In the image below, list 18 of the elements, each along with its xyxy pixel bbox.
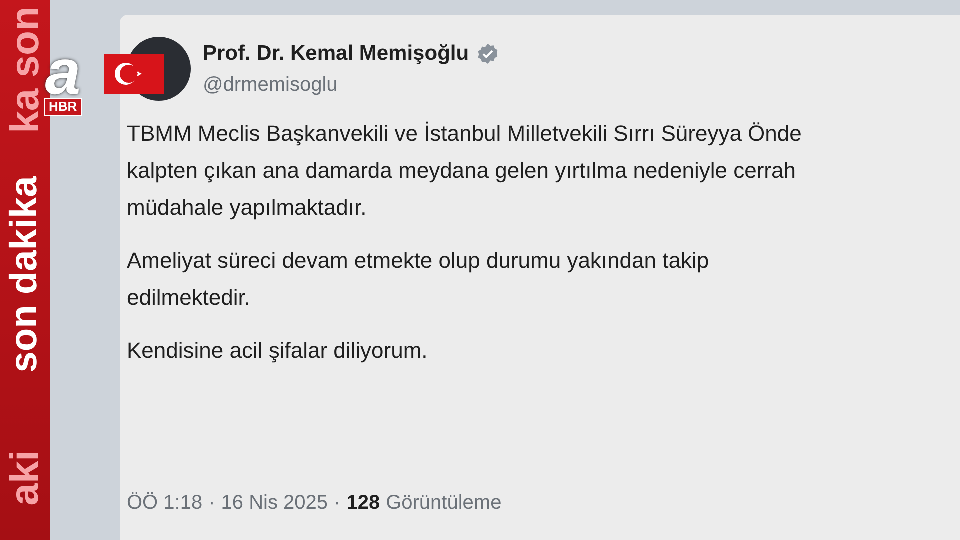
strip-title: son dakika bbox=[2, 176, 46, 372]
separator-dot: · bbox=[208, 491, 216, 516]
post-text-line: TBMM Meclis Başkanvekili ve İstanbul Milletvekili Sırrı Süreyya Önde bbox=[127, 120, 802, 148]
views-label: Görüntüleme bbox=[386, 491, 502, 516]
author-name: Prof. Dr. Kemal Memişoğlu bbox=[203, 41, 470, 68]
post-date: 16 Nis 2025 bbox=[221, 491, 328, 516]
faded-strip-text: ka son bbox=[2, 6, 47, 134]
post-text-line: müdahale yapılmaktadır. bbox=[127, 194, 367, 222]
view-count: 128 bbox=[346, 491, 380, 516]
post-text-line: Ameliyat süreci devam etmekte olup durumu yakından takip bbox=[127, 247, 710, 275]
separator-dot: · bbox=[334, 491, 341, 516]
post-time: ÖÖ 1:18 bbox=[127, 491, 203, 516]
post-text-line: Kendisine acil şifalar diliyorum. bbox=[127, 337, 428, 365]
post-text-line: kalpten çıkan ana damarda meydana gelen yırtılma nedeniyle cerrah bbox=[127, 157, 796, 185]
post-text-line: edilmektedir. bbox=[127, 284, 251, 312]
author-handle: @drmemisoglu bbox=[203, 72, 339, 98]
faded-strip-text: aki bbox=[2, 450, 48, 506]
flag-icon bbox=[104, 54, 164, 94]
